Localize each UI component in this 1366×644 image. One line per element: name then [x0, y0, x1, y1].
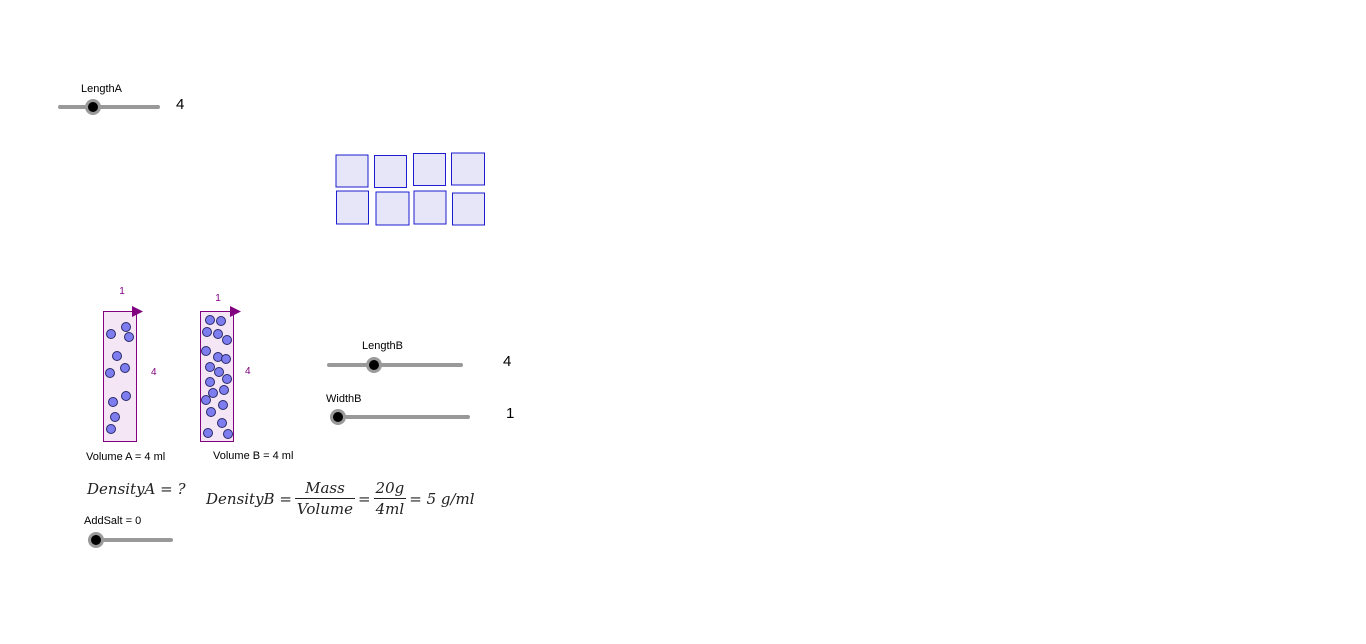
particle — [219, 385, 229, 395]
particle — [124, 332, 134, 342]
fraction-numerator: 20g — [375, 479, 405, 497]
particle — [223, 429, 233, 439]
particle — [205, 315, 215, 325]
width-b-slider-thumb[interactable] — [330, 409, 346, 425]
particle — [121, 391, 131, 401]
fraction-denominator: Volume — [294, 498, 355, 518]
unit-square — [452, 192, 485, 226]
particle — [120, 363, 130, 373]
fraction-denominator: 4ml — [373, 498, 407, 518]
value-fraction: 20g 4ml — [373, 479, 407, 518]
particle — [218, 400, 228, 410]
length-a-label: LengthA — [81, 83, 122, 95]
container-a-side-label: 4 — [151, 367, 157, 378]
particle — [121, 322, 131, 332]
container-b-side-label: 4 — [245, 366, 251, 377]
add-salt-slider-thumb[interactable] — [88, 532, 104, 548]
width-b-label: WidthB — [326, 393, 362, 405]
particle — [105, 368, 115, 378]
container-a: 1 4 — [103, 286, 157, 442]
length-a-value: 4 — [176, 96, 185, 113]
particle — [222, 335, 232, 345]
unit-square — [374, 155, 407, 188]
density-b-formula: DensityB = Mass Volume = 20g 4ml = 5 g/m… — [206, 479, 475, 518]
length-a-slider-track[interactable] — [58, 105, 160, 109]
mass-volume-fraction: Mass Volume — [294, 479, 355, 518]
particle — [202, 327, 212, 337]
particle — [108, 397, 118, 407]
length-b-slider-track[interactable] — [327, 363, 463, 367]
particle — [201, 395, 211, 405]
particle — [221, 354, 231, 364]
particle — [206, 407, 216, 417]
volume-b-label: Volume B = 4 ml — [213, 450, 294, 462]
container-a-arrow[interactable] — [132, 306, 143, 317]
add-salt-label: AddSalt = 0 — [84, 515, 142, 527]
particle — [216, 316, 226, 326]
particle — [106, 329, 116, 339]
particle — [214, 367, 224, 377]
length-b-label: LengthB — [362, 340, 403, 352]
length-a-slider-thumb[interactable] — [85, 99, 101, 115]
width-b-slider-track[interactable] — [330, 415, 470, 419]
container-b-arrow[interactable] — [230, 306, 241, 317]
particle — [112, 351, 122, 361]
particle — [110, 412, 120, 422]
unit-square — [413, 153, 446, 186]
density-a-formula: DensityA = ? — [87, 480, 186, 498]
container-b: 1 4 — [200, 293, 251, 442]
length-b-slider-thumb[interactable] — [366, 357, 382, 373]
width-b-value: 1 — [506, 405, 515, 422]
particle — [208, 388, 218, 398]
density-b-result: = 5 g/ml — [409, 489, 475, 508]
particle — [205, 362, 215, 372]
equals-sign: = — [357, 489, 371, 508]
unit-square — [451, 152, 485, 186]
unit-square — [413, 190, 447, 225]
fraction-numerator: Mass — [305, 479, 345, 497]
unit-squares-grid — [335, 152, 485, 226]
volume-a-label: Volume A = 4 ml — [86, 451, 166, 463]
length-b-value: 4 — [503, 353, 512, 370]
density-b-lhs: DensityB = — [206, 489, 292, 508]
unit-square — [335, 154, 369, 188]
particle — [106, 424, 116, 434]
container-b-top-label: 1 — [215, 293, 221, 304]
unit-square — [336, 190, 369, 225]
particle — [201, 346, 211, 356]
particle — [203, 428, 213, 438]
particle — [205, 377, 215, 387]
unit-square — [375, 191, 410, 226]
container-a-top-label: 1 — [119, 286, 125, 297]
particle — [213, 329, 223, 339]
particle — [222, 374, 232, 384]
particle — [217, 418, 227, 428]
